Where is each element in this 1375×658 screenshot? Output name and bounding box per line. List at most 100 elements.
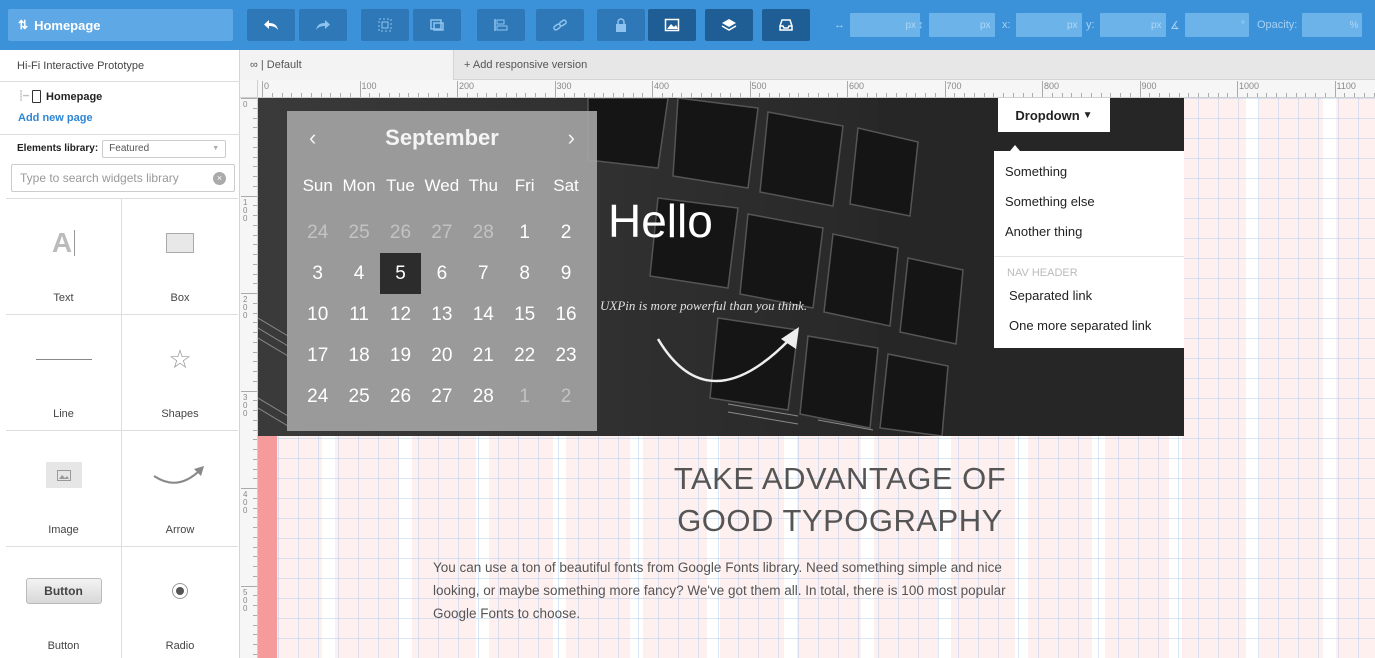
ruler-tick: [253, 332, 257, 333]
ruler-tick: [1354, 93, 1355, 97]
calendar-day[interactable]: 14: [463, 294, 504, 335]
calendar-day[interactable]: 9: [545, 253, 586, 294]
x-input[interactable]: px: [1015, 13, 1082, 37]
clear-search-icon[interactable]: ×: [213, 171, 226, 185]
calendar-day[interactable]: 16: [545, 294, 586, 335]
calendar-day[interactable]: 24: [297, 376, 338, 417]
horizontal-ruler[interactable]: 0 100 200 300 400 500 600 700 800 900 1000 1100: [258, 80, 1375, 98]
widget-shapes[interactable]: ☆ Shapes: [122, 315, 238, 431]
ruler-tick: [291, 93, 293, 97]
calendar-day[interactable]: 19: [380, 335, 421, 376]
duplicate-button[interactable]: [413, 9, 461, 41]
dropdown-item[interactable]: Something: [1005, 164, 1067, 179]
ruler-tick: [1042, 81, 1043, 97]
widget-search-input[interactable]: [20, 171, 200, 185]
ruler-tick: [253, 429, 257, 431]
weekday-label: Sun: [302, 176, 333, 195]
add-responsive-version-tab[interactable]: + Add responsive version: [464, 50, 587, 80]
calendar-day[interactable]: 23: [545, 335, 586, 376]
calendar-day[interactable]: 7: [463, 253, 504, 294]
dropdown-separated-link[interactable]: Separated link: [1009, 288, 1092, 303]
opacity-field[interactable]: Opacity: %: [1257, 13, 1363, 37]
calendar-day[interactable]: 2: [545, 376, 586, 417]
widget-arrow[interactable]: Arrow: [122, 431, 238, 547]
widget-box[interactable]: Box: [122, 199, 238, 315]
ruler-label: 100: [361, 81, 377, 91]
calendar-day[interactable]: 28: [463, 212, 504, 253]
ruler-tick: [691, 93, 692, 97]
design-canvas[interactable]: ‹ September › Sun Mon Tue Wed Thu Fri Sa…: [258, 98, 1375, 658]
calendar-next-button[interactable]: ›: [568, 125, 575, 151]
ruler-label: 0: [264, 81, 270, 91]
calendar-day[interactable]: 22: [504, 335, 545, 376]
ruler-tick: [1081, 93, 1082, 97]
align-button[interactable]: [477, 9, 525, 41]
calendar-day[interactable]: 21: [463, 335, 504, 376]
redo-button[interactable]: [299, 9, 347, 41]
preview-button[interactable]: [762, 9, 810, 41]
height-field[interactable]: ↕ px: [918, 13, 995, 37]
dropdown-item[interactable]: Another thing: [1005, 224, 1082, 239]
image-mode-button[interactable]: [648, 9, 696, 41]
calendar-day[interactable]: 26: [380, 376, 421, 417]
calendar-day[interactable]: 2: [545, 212, 586, 253]
calendar-day[interactable]: 15: [504, 294, 545, 335]
dropdown-button[interactable]: Dropdown ▼: [998, 98, 1110, 132]
calendar-day[interactable]: 10: [297, 294, 338, 335]
dropdown-separated-link[interactable]: One more separated link: [1009, 318, 1151, 333]
calendar-day[interactable]: 24: [297, 212, 338, 253]
calendar-day[interactable]: 6: [421, 253, 462, 294]
link-button[interactable]: [536, 9, 584, 41]
widget-radio[interactable]: Radio: [122, 547, 238, 658]
calendar-day[interactable]: 27: [421, 212, 462, 253]
calendar-prev-button[interactable]: ‹: [309, 125, 316, 151]
calendar-day[interactable]: 12: [380, 294, 421, 335]
angle-field[interactable]: ∡ °: [1170, 13, 1249, 37]
undo-button[interactable]: [247, 9, 295, 41]
calendar-day[interactable]: 13: [421, 294, 462, 335]
height-input[interactable]: px: [928, 13, 995, 37]
calendar-day[interactable]: 8: [504, 253, 545, 294]
group-button[interactable]: [361, 9, 409, 41]
y-field[interactable]: y: px: [1086, 13, 1166, 37]
tab-default[interactable]: ∞ | Default: [240, 50, 454, 80]
widget-text[interactable]: A Text: [6, 199, 122, 315]
width-field[interactable]: ↔ px: [834, 13, 920, 37]
page-selector-button[interactable]: ⇅ Homepage: [8, 9, 233, 41]
calendar-day[interactable]: 3: [297, 253, 338, 294]
calendar-day[interactable]: 25: [338, 376, 379, 417]
calendar-month: September: [385, 125, 499, 150]
width-input[interactable]: px: [850, 13, 920, 37]
ruler-tick: [759, 93, 761, 97]
ruler-tick: [253, 468, 257, 470]
dropdown-item[interactable]: Something else: [1005, 194, 1095, 209]
calendar-day[interactable]: 20: [421, 335, 462, 376]
calendar-day[interactable]: 4: [338, 253, 379, 294]
calendar-day[interactable]: 26: [380, 212, 421, 253]
vertical-ruler[interactable]: 0 100 200 300 400 500: [240, 98, 258, 658]
lock-button[interactable]: [597, 9, 645, 41]
calendar-day[interactable]: 18: [338, 335, 379, 376]
page-tree-item[interactable]: ┊┄ Homepage: [18, 90, 102, 103]
calendar-day[interactable]: 1: [504, 376, 545, 417]
opacity-input[interactable]: %: [1302, 13, 1363, 37]
calendar-day[interactable]: 25: [338, 212, 379, 253]
widget-image[interactable]: Image: [6, 431, 122, 547]
ruler-tick: [253, 566, 257, 567]
x-field[interactable]: x: px: [1002, 13, 1082, 37]
y-input[interactable]: px: [1099, 13, 1166, 37]
layers-button[interactable]: [705, 9, 753, 41]
calendar-day[interactable]: 1: [504, 212, 545, 253]
ruler-tick: [253, 419, 257, 421]
calendar-day-selected[interactable]: 5: [379, 253, 422, 294]
calendar-day[interactable]: 17: [297, 335, 338, 376]
widget-button[interactable]: Button Button: [6, 547, 122, 658]
calendar-day[interactable]: 11: [338, 294, 379, 335]
widget-line[interactable]: Line: [6, 315, 122, 431]
calendar-day[interactable]: 27: [421, 376, 462, 417]
angle-input[interactable]: °: [1184, 13, 1249, 37]
elements-library-select[interactable]: Featured ▼: [102, 139, 227, 158]
hero-section[interactable]: ‹ September › Sun Mon Tue Wed Thu Fri Sa…: [258, 98, 1184, 436]
add-new-page-link[interactable]: Add new page: [18, 112, 93, 124]
calendar-day[interactable]: 28: [463, 376, 504, 417]
